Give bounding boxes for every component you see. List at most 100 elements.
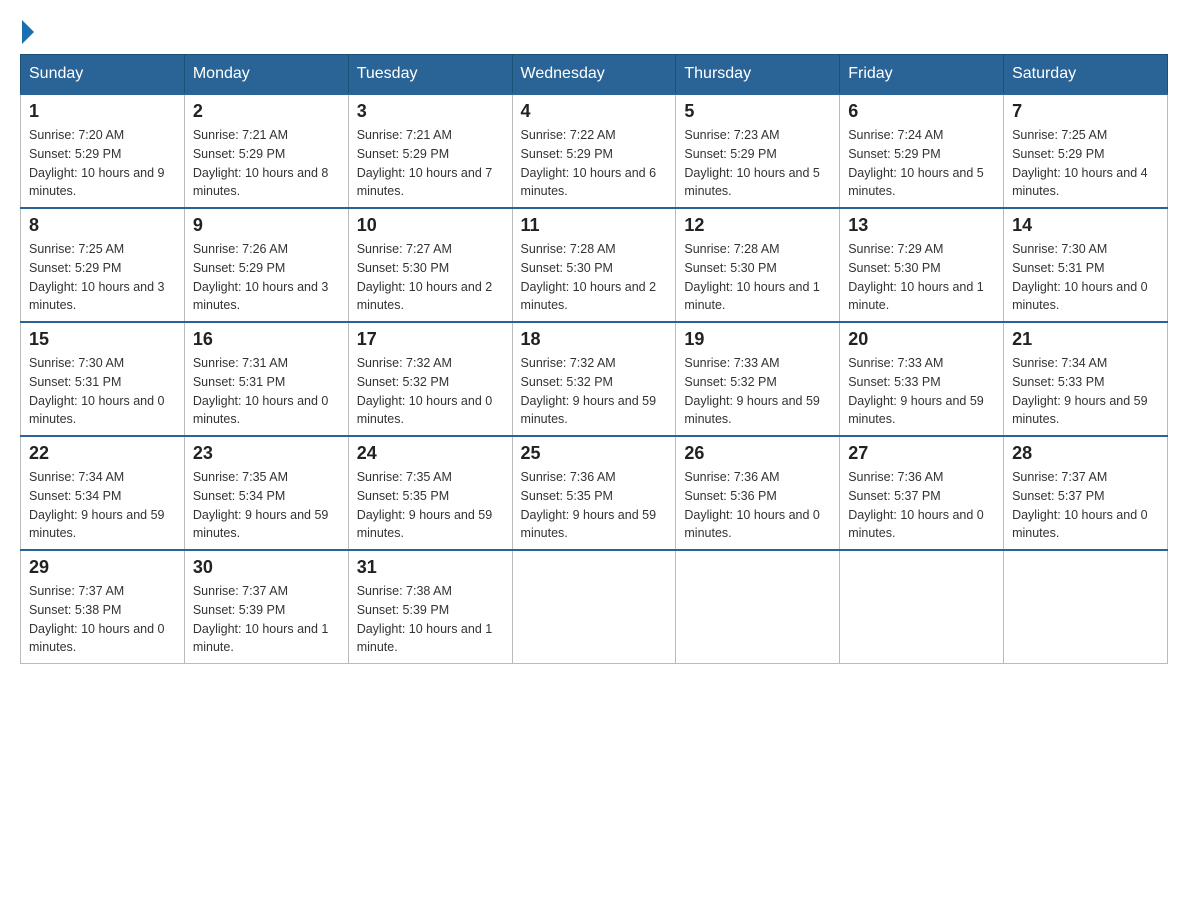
- page-header: [20, 20, 1168, 44]
- day-number: 25: [521, 443, 668, 464]
- calendar-cell: 21 Sunrise: 7:34 AM Sunset: 5:33 PM Dayl…: [1004, 322, 1168, 436]
- day-number: 26: [684, 443, 831, 464]
- day-number: 29: [29, 557, 176, 578]
- day-number: 12: [684, 215, 831, 236]
- day-number: 13: [848, 215, 995, 236]
- calendar-cell: 10 Sunrise: 7:27 AM Sunset: 5:30 PM Dayl…: [348, 208, 512, 322]
- day-number: 6: [848, 101, 995, 122]
- day-number: 31: [357, 557, 504, 578]
- day-info: Sunrise: 7:32 AM Sunset: 5:32 PM Dayligh…: [521, 354, 668, 429]
- calendar-cell: 8 Sunrise: 7:25 AM Sunset: 5:29 PM Dayli…: [21, 208, 185, 322]
- calendar-cell: 12 Sunrise: 7:28 AM Sunset: 5:30 PM Dayl…: [676, 208, 840, 322]
- day-info: Sunrise: 7:36 AM Sunset: 5:35 PM Dayligh…: [521, 468, 668, 543]
- day-info: Sunrise: 7:21 AM Sunset: 5:29 PM Dayligh…: [357, 126, 504, 201]
- day-number: 1: [29, 101, 176, 122]
- day-number: 5: [684, 101, 831, 122]
- day-info: Sunrise: 7:27 AM Sunset: 5:30 PM Dayligh…: [357, 240, 504, 315]
- calendar-cell: 22 Sunrise: 7:34 AM Sunset: 5:34 PM Dayl…: [21, 436, 185, 550]
- calendar-cell: 15 Sunrise: 7:30 AM Sunset: 5:31 PM Dayl…: [21, 322, 185, 436]
- calendar-cell: 27 Sunrise: 7:36 AM Sunset: 5:37 PM Dayl…: [840, 436, 1004, 550]
- day-info: Sunrise: 7:32 AM Sunset: 5:32 PM Dayligh…: [357, 354, 504, 429]
- day-number: 24: [357, 443, 504, 464]
- calendar-cell: 31 Sunrise: 7:38 AM Sunset: 5:39 PM Dayl…: [348, 550, 512, 664]
- col-header-friday: Friday: [840, 55, 1004, 95]
- day-number: 9: [193, 215, 340, 236]
- calendar-cell: 7 Sunrise: 7:25 AM Sunset: 5:29 PM Dayli…: [1004, 94, 1168, 208]
- day-info: Sunrise: 7:28 AM Sunset: 5:30 PM Dayligh…: [684, 240, 831, 315]
- day-info: Sunrise: 7:26 AM Sunset: 5:29 PM Dayligh…: [193, 240, 340, 315]
- day-number: 21: [1012, 329, 1159, 350]
- calendar-cell: 28 Sunrise: 7:37 AM Sunset: 5:37 PM Dayl…: [1004, 436, 1168, 550]
- calendar-cell: 24 Sunrise: 7:35 AM Sunset: 5:35 PM Dayl…: [348, 436, 512, 550]
- day-number: 28: [1012, 443, 1159, 464]
- calendar-cell: 26 Sunrise: 7:36 AM Sunset: 5:36 PM Dayl…: [676, 436, 840, 550]
- col-header-sunday: Sunday: [21, 55, 185, 95]
- col-header-tuesday: Tuesday: [348, 55, 512, 95]
- logo: [20, 20, 34, 44]
- calendar-cell: 30 Sunrise: 7:37 AM Sunset: 5:39 PM Dayl…: [184, 550, 348, 664]
- day-number: 22: [29, 443, 176, 464]
- day-number: 16: [193, 329, 340, 350]
- header-row: SundayMondayTuesdayWednesdayThursdayFrid…: [21, 55, 1168, 95]
- col-header-monday: Monday: [184, 55, 348, 95]
- day-info: Sunrise: 7:37 AM Sunset: 5:37 PM Dayligh…: [1012, 468, 1159, 543]
- day-number: 8: [29, 215, 176, 236]
- day-number: 3: [357, 101, 504, 122]
- day-number: 7: [1012, 101, 1159, 122]
- day-info: Sunrise: 7:33 AM Sunset: 5:33 PM Dayligh…: [848, 354, 995, 429]
- calendar-cell: 16 Sunrise: 7:31 AM Sunset: 5:31 PM Dayl…: [184, 322, 348, 436]
- day-info: Sunrise: 7:28 AM Sunset: 5:30 PM Dayligh…: [521, 240, 668, 315]
- day-number: 27: [848, 443, 995, 464]
- day-number: 2: [193, 101, 340, 122]
- calendar-cell: 5 Sunrise: 7:23 AM Sunset: 5:29 PM Dayli…: [676, 94, 840, 208]
- calendar-table: SundayMondayTuesdayWednesdayThursdayFrid…: [20, 54, 1168, 664]
- calendar-cell: 3 Sunrise: 7:21 AM Sunset: 5:29 PM Dayli…: [348, 94, 512, 208]
- day-number: 30: [193, 557, 340, 578]
- calendar-cell: [676, 550, 840, 664]
- day-number: 14: [1012, 215, 1159, 236]
- day-info: Sunrise: 7:34 AM Sunset: 5:33 PM Dayligh…: [1012, 354, 1159, 429]
- calendar-cell: 2 Sunrise: 7:21 AM Sunset: 5:29 PM Dayli…: [184, 94, 348, 208]
- week-row-5: 29 Sunrise: 7:37 AM Sunset: 5:38 PM Dayl…: [21, 550, 1168, 664]
- day-number: 18: [521, 329, 668, 350]
- calendar-cell: 19 Sunrise: 7:33 AM Sunset: 5:32 PM Dayl…: [676, 322, 840, 436]
- calendar-cell: 6 Sunrise: 7:24 AM Sunset: 5:29 PM Dayli…: [840, 94, 1004, 208]
- day-info: Sunrise: 7:20 AM Sunset: 5:29 PM Dayligh…: [29, 126, 176, 201]
- day-info: Sunrise: 7:24 AM Sunset: 5:29 PM Dayligh…: [848, 126, 995, 201]
- day-number: 15: [29, 329, 176, 350]
- day-info: Sunrise: 7:36 AM Sunset: 5:37 PM Dayligh…: [848, 468, 995, 543]
- calendar-cell: 9 Sunrise: 7:26 AM Sunset: 5:29 PM Dayli…: [184, 208, 348, 322]
- calendar-cell: [840, 550, 1004, 664]
- day-number: 19: [684, 329, 831, 350]
- calendar-cell: 1 Sunrise: 7:20 AM Sunset: 5:29 PM Dayli…: [21, 94, 185, 208]
- day-info: Sunrise: 7:25 AM Sunset: 5:29 PM Dayligh…: [1012, 126, 1159, 201]
- day-info: Sunrise: 7:25 AM Sunset: 5:29 PM Dayligh…: [29, 240, 176, 315]
- day-number: 10: [357, 215, 504, 236]
- day-info: Sunrise: 7:29 AM Sunset: 5:30 PM Dayligh…: [848, 240, 995, 315]
- day-info: Sunrise: 7:34 AM Sunset: 5:34 PM Dayligh…: [29, 468, 176, 543]
- week-row-4: 22 Sunrise: 7:34 AM Sunset: 5:34 PM Dayl…: [21, 436, 1168, 550]
- day-info: Sunrise: 7:37 AM Sunset: 5:38 PM Dayligh…: [29, 582, 176, 657]
- day-number: 23: [193, 443, 340, 464]
- calendar-cell: 14 Sunrise: 7:30 AM Sunset: 5:31 PM Dayl…: [1004, 208, 1168, 322]
- calendar-cell: 17 Sunrise: 7:32 AM Sunset: 5:32 PM Dayl…: [348, 322, 512, 436]
- logo-arrow-icon: [22, 20, 34, 44]
- calendar-cell: [512, 550, 676, 664]
- calendar-cell: 13 Sunrise: 7:29 AM Sunset: 5:30 PM Dayl…: [840, 208, 1004, 322]
- day-info: Sunrise: 7:30 AM Sunset: 5:31 PM Dayligh…: [1012, 240, 1159, 315]
- col-header-thursday: Thursday: [676, 55, 840, 95]
- day-info: Sunrise: 7:38 AM Sunset: 5:39 PM Dayligh…: [357, 582, 504, 657]
- calendar-cell: [1004, 550, 1168, 664]
- day-info: Sunrise: 7:30 AM Sunset: 5:31 PM Dayligh…: [29, 354, 176, 429]
- day-info: Sunrise: 7:31 AM Sunset: 5:31 PM Dayligh…: [193, 354, 340, 429]
- day-info: Sunrise: 7:23 AM Sunset: 5:29 PM Dayligh…: [684, 126, 831, 201]
- day-info: Sunrise: 7:36 AM Sunset: 5:36 PM Dayligh…: [684, 468, 831, 543]
- calendar-cell: 23 Sunrise: 7:35 AM Sunset: 5:34 PM Dayl…: [184, 436, 348, 550]
- calendar-cell: 18 Sunrise: 7:32 AM Sunset: 5:32 PM Dayl…: [512, 322, 676, 436]
- day-info: Sunrise: 7:22 AM Sunset: 5:29 PM Dayligh…: [521, 126, 668, 201]
- calendar-cell: 11 Sunrise: 7:28 AM Sunset: 5:30 PM Dayl…: [512, 208, 676, 322]
- day-info: Sunrise: 7:33 AM Sunset: 5:32 PM Dayligh…: [684, 354, 831, 429]
- col-header-saturday: Saturday: [1004, 55, 1168, 95]
- col-header-wednesday: Wednesday: [512, 55, 676, 95]
- week-row-1: 1 Sunrise: 7:20 AM Sunset: 5:29 PM Dayli…: [21, 94, 1168, 208]
